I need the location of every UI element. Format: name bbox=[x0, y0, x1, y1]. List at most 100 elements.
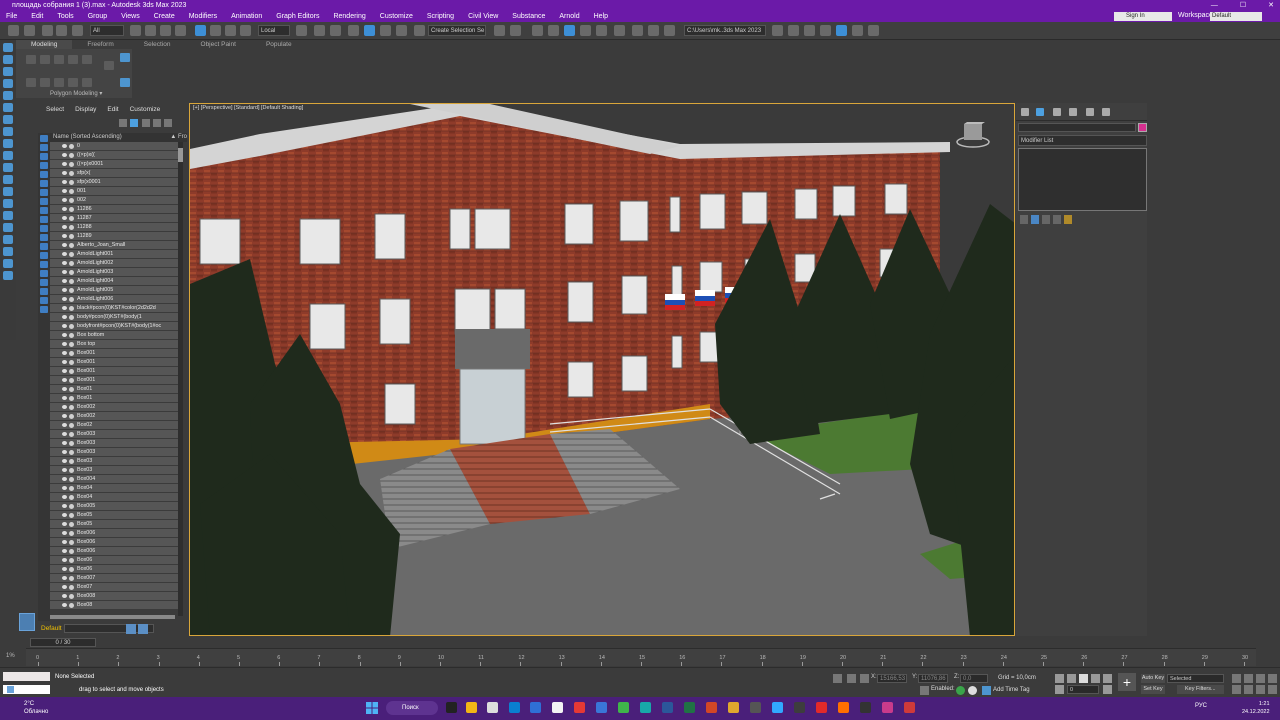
visibility-eye-icon[interactable] bbox=[62, 540, 67, 544]
toggle-layer-explorer-icon[interactable] bbox=[548, 25, 559, 36]
make-unique-icon[interactable] bbox=[1042, 215, 1050, 224]
isolate-selection-icon[interactable] bbox=[833, 674, 842, 683]
powerpoint-icon[interactable] bbox=[706, 702, 717, 713]
schematic-view-icon[interactable] bbox=[596, 25, 607, 36]
visibility-eye-icon[interactable] bbox=[62, 495, 67, 499]
visibility-eye-icon[interactable] bbox=[62, 567, 67, 571]
list-item[interactable]: Box001 bbox=[50, 358, 178, 367]
spinner-snap-icon[interactable] bbox=[396, 25, 407, 36]
list-item[interactable]: ArnoldLight006 bbox=[50, 295, 178, 304]
explorer-filter-icon[interactable] bbox=[40, 180, 48, 187]
visibility-eye-icon[interactable] bbox=[62, 585, 67, 589]
redo-icon[interactable] bbox=[24, 25, 35, 36]
app4-icon[interactable] bbox=[860, 702, 871, 713]
visibility-eye-icon[interactable] bbox=[62, 153, 67, 157]
preserve-uvs-icon[interactable] bbox=[40, 78, 50, 87]
maxscript-input-field[interactable] bbox=[3, 685, 50, 694]
weather-widget[interactable]: 2°C Облачно bbox=[10, 700, 48, 716]
visibility-eye-icon[interactable] bbox=[62, 216, 67, 220]
named-selection-set-dropdown[interactable]: Create Selection Se bbox=[428, 25, 486, 36]
material-editor-icon[interactable] bbox=[614, 25, 625, 36]
polygon-modeling-label[interactable]: Polygon Modeling ▾ bbox=[50, 90, 102, 97]
visibility-eye-icon[interactable] bbox=[62, 414, 67, 418]
visibility-eye-icon[interactable] bbox=[62, 297, 67, 301]
select-and-rotate-icon[interactable] bbox=[210, 25, 221, 36]
modifier-list-dropdown[interactable]: Modifier List bbox=[1018, 135, 1147, 146]
list-item[interactable]: Box top bbox=[50, 340, 178, 349]
list-item[interactable]: ArnoldLight002 bbox=[50, 259, 178, 268]
select-object-icon[interactable] bbox=[130, 25, 141, 36]
app-icon[interactable] bbox=[728, 702, 739, 713]
app2-icon[interactable] bbox=[794, 702, 805, 713]
visibility-eye-icon[interactable] bbox=[62, 360, 67, 364]
se-menu-display[interactable]: Display bbox=[75, 104, 96, 115]
explorer-filter-icon[interactable] bbox=[40, 216, 48, 223]
selection-lock-icon[interactable] bbox=[847, 674, 856, 683]
visibility-eye-icon[interactable] bbox=[62, 576, 67, 580]
set-project-icon[interactable] bbox=[804, 25, 815, 36]
clear-filter-icon[interactable] bbox=[119, 119, 127, 127]
perspective-viewport[interactable]: [+] [Perspective] [Standard] [Default Sh… bbox=[189, 103, 1015, 636]
app3-icon[interactable] bbox=[838, 702, 849, 713]
visibility-eye-icon[interactable] bbox=[62, 477, 67, 481]
go-to-end-icon[interactable] bbox=[1103, 674, 1112, 683]
scrollbar-thumb[interactable] bbox=[178, 148, 183, 162]
visibility-eye-icon[interactable] bbox=[62, 315, 67, 319]
menu-scripting[interactable]: Scripting bbox=[427, 13, 454, 20]
viewcube[interactable] bbox=[956, 120, 990, 150]
go-to-start-icon[interactable] bbox=[1055, 674, 1064, 683]
sign-in-button[interactable]: Sign In bbox=[1114, 12, 1172, 21]
list-item[interactable]: ArnoldLight004 bbox=[50, 277, 178, 286]
ribbon-settings-icon[interactable] bbox=[120, 78, 130, 87]
visibility-eye-icon[interactable] bbox=[62, 279, 67, 283]
visibility-eye-icon[interactable] bbox=[62, 351, 67, 355]
select-and-move-icon[interactable] bbox=[195, 25, 206, 36]
menu-group[interactable]: Group bbox=[88, 13, 107, 20]
key-mode-icon[interactable] bbox=[1055, 685, 1064, 694]
layer-settings-icon[interactable] bbox=[138, 624, 148, 634]
set-key-button[interactable]: Set Key bbox=[1141, 685, 1165, 694]
explorer-filter-icon[interactable] bbox=[40, 234, 48, 241]
acrobat-icon[interactable] bbox=[816, 702, 827, 713]
explorer-filter-icon[interactable] bbox=[40, 162, 48, 169]
modify-mode-icon[interactable] bbox=[26, 78, 36, 87]
visibility-eye-icon[interactable] bbox=[62, 234, 67, 238]
xbox-icon[interactable] bbox=[618, 702, 629, 713]
yandex-icon[interactable] bbox=[574, 702, 585, 713]
container-tool-icon[interactable] bbox=[3, 139, 13, 148]
menu-modifiers[interactable]: Modifiers bbox=[189, 13, 217, 20]
layer-explorer-toggle[interactable] bbox=[19, 613, 35, 631]
configure-modifier-sets-icon[interactable] bbox=[1064, 215, 1072, 224]
list-item[interactable]: 001 bbox=[50, 187, 178, 196]
scene-tool-icon[interactable] bbox=[3, 115, 13, 124]
list-item[interactable]: Box002 bbox=[50, 403, 178, 412]
menu-graph-editors[interactable]: Graph Editors bbox=[276, 13, 319, 20]
field-of-view-icon[interactable] bbox=[1232, 685, 1241, 694]
windows-start-icon[interactable] bbox=[366, 702, 378, 714]
store-icon[interactable] bbox=[530, 702, 541, 713]
visibility-eye-icon[interactable] bbox=[62, 603, 67, 607]
list-item[interactable]: Box05 bbox=[50, 511, 178, 520]
show-end-result-icon[interactable] bbox=[1031, 215, 1039, 224]
create-panel-icon[interactable] bbox=[3, 43, 13, 52]
visibility-eye-icon[interactable] bbox=[62, 261, 67, 265]
visibility-eye-icon[interactable] bbox=[62, 450, 67, 454]
menu-substance[interactable]: Substance bbox=[512, 13, 545, 20]
unlink-icon[interactable] bbox=[56, 25, 67, 36]
se-menu-select[interactable]: Select bbox=[46, 104, 64, 115]
toggle-scene-explorer-icon[interactable] bbox=[532, 25, 543, 36]
helper-tool-icon[interactable] bbox=[3, 175, 13, 184]
utilities-panel-icon[interactable] bbox=[3, 103, 13, 112]
rendered-frame-window-icon[interactable] bbox=[648, 25, 659, 36]
motion-panel-icon[interactable] bbox=[3, 79, 13, 88]
visibility-eye-icon[interactable] bbox=[62, 162, 67, 166]
toggle-ribbon-icon[interactable] bbox=[564, 25, 575, 36]
scene-list-scrollbar[interactable] bbox=[178, 142, 183, 616]
explorer-filter-icon[interactable] bbox=[40, 297, 48, 304]
utilities-tab-icon[interactable] bbox=[1102, 108, 1110, 116]
visibility-eye-icon[interactable] bbox=[62, 369, 67, 373]
menu-create[interactable]: Create bbox=[154, 13, 175, 20]
visibility-eye-icon[interactable] bbox=[62, 288, 67, 292]
system-clock[interactable]: 1:21 24.12.2022 bbox=[1242, 700, 1270, 716]
edge-icon[interactable] bbox=[40, 55, 50, 64]
